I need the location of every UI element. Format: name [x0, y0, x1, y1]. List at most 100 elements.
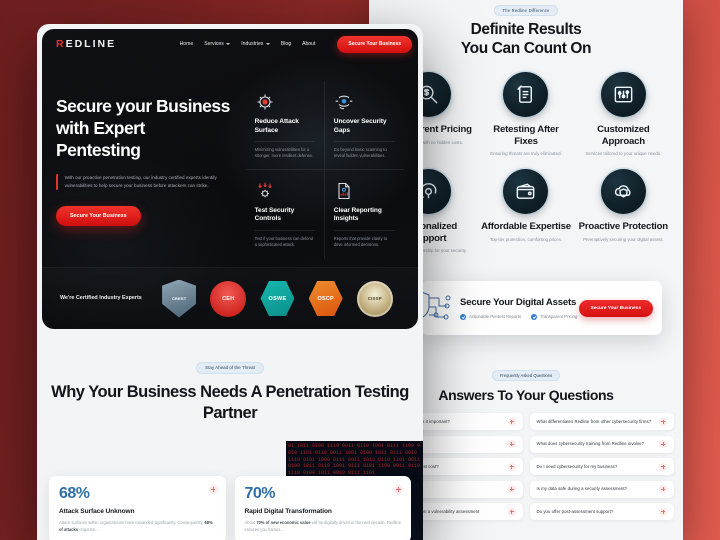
hero-card[interactable]: Uncover Security Gaps Go beyond basic sc…: [324, 81, 404, 170]
chevron-down-icon: [226, 43, 231, 45]
faq-item[interactable]: Do you offer post-assessment support?: [529, 503, 674, 520]
cta-feature-label: Actionable Pentest Reports: [469, 314, 522, 319]
stat-card[interactable]: 68% Attack Surface Unknown Attack surfac…: [49, 476, 226, 540]
hero-card[interactable]: Test Security Controls Test if your busi…: [246, 169, 325, 259]
nav-item-about[interactable]: About: [302, 41, 315, 47]
faq-item[interactable]: What differentiates Redline from other c…: [529, 413, 674, 430]
benefit-title: Proactive Protection: [578, 220, 669, 232]
hero-card-title: Test Security Controls: [254, 206, 295, 223]
target-scan-icon: [255, 92, 315, 114]
hero-card-title: Uncover Security Gaps: [333, 118, 387, 134]
benefit-title: Affordable Expertise: [481, 220, 571, 232]
divider: [254, 141, 315, 143]
stat-desc-pre: Attack surfaces within organizations hav…: [59, 520, 205, 525]
benefit-desc: Ensuring threats are truly eliminated.: [490, 151, 562, 157]
plus-icon[interactable]: [659, 417, 667, 426]
logo[interactable]: R EDLINE: [56, 38, 116, 50]
benefit-card: Affordable Expertise Top-tier protection…: [480, 168, 571, 255]
hero-card[interactable]: Clear Reporting Insights Reports that pr…: [325, 170, 404, 259]
why-badge: Stay Ahead of the Threat: [196, 361, 264, 374]
left-panel: R EDLINE Home Services Industries Blog Ab…: [37, 24, 423, 540]
plus-icon[interactable]: [659, 462, 667, 471]
plus-icon[interactable]: [208, 485, 218, 494]
faq-item[interactable]: What does cybersecurity training from Re…: [529, 435, 674, 453]
benefit-title: Customized Approach: [597, 123, 650, 147]
nav-label: Home: [179, 41, 194, 47]
stat-desc-post: originate…: [78, 526, 100, 532]
right-title-line1: Definite Results: [470, 21, 582, 38]
why-title: Why Your Business Needs A Penetration Te…: [51, 383, 409, 422]
faq-question: What does cybersecurity training from Re…: [536, 441, 645, 447]
plus-icon[interactable]: [659, 485, 667, 493]
stat-value: 70%: [244, 485, 276, 502]
logo-initial: R: [56, 38, 66, 50]
cloud-shield-icon: [600, 168, 646, 214]
nav-item-industries[interactable]: Industries: [241, 41, 270, 47]
cta-text: Secure Your Digital Assets Actionable Pe…: [460, 297, 579, 320]
hero-card-title: Reduce Attack Surface: [254, 118, 299, 134]
nav-item-services[interactable]: Services: [204, 41, 231, 47]
nav-secure-business-button[interactable]: Secure Your Business: [337, 35, 412, 53]
plus-icon[interactable]: [507, 462, 516, 471]
stats-row: 68% Attack Surface Unknown Attack surfac…: [49, 476, 411, 540]
right-section-badge: The Redline Difference: [494, 5, 558, 16]
certification-badges: CREST CEH OSWE OSCP CISSP: [155, 279, 400, 318]
plus-icon[interactable]: [507, 507, 516, 516]
cta-feature-list: Actionable Pentest Reports Transparent P…: [460, 313, 579, 320]
wallet-icon: [503, 168, 549, 214]
hero-card-desc: Reports that provide clarity to drive in…: [333, 235, 388, 248]
benefit-desc: Preemptively securing your digital asset…: [582, 236, 664, 242]
hero-card-desc: Go beyond basic scanning to reveal hidde…: [333, 147, 387, 159]
certifications-bar: We're Certified Industry Experts CREST C…: [42, 267, 418, 329]
stats-section: 68% Attack Surface Unknown Attack surfac…: [37, 476, 423, 540]
nav-label: Blog: [280, 41, 292, 47]
hero-card-title: Clear Reporting Insights: [333, 206, 382, 223]
faq-badge: Frequently Asked Questions: [491, 370, 561, 381]
plus-icon[interactable]: [507, 417, 516, 426]
hero-secure-business-button[interactable]: Secure Your Business: [56, 206, 141, 227]
benefit-card: Retesting After Fixes Ensuring threats a…: [480, 71, 571, 158]
stat-desc-bold: 70% of new economic value: [256, 520, 311, 525]
right-title-line2: You Can Count On: [460, 39, 592, 57]
faq-item[interactable]: Do I need cybersecurity for my business?: [529, 458, 674, 475]
hero-card[interactable]: Reduce Attack Surface Minimizing vulnera…: [245, 81, 325, 170]
faq-question: Do I need cybersecurity for my business?: [536, 463, 618, 469]
nav-item-blog[interactable]: Blog: [281, 41, 291, 47]
hero-paragraph: With our proactive penetration testing, …: [64, 175, 217, 189]
nav-label: Services: [204, 41, 224, 47]
hero-card-desc: Minimizing vulnerabilities for a stronge…: [254, 147, 314, 159]
plus-icon[interactable]: [659, 440, 667, 448]
hero-feature-cards: Reduce Attack Surface Minimizing vulnera…: [245, 81, 404, 259]
plus-icon[interactable]: [394, 485, 403, 494]
divider: [333, 141, 395, 143]
hero-card-desc: Test if your business can defend a sophi…: [254, 235, 314, 248]
nav-links: Home Services Industries Blog About Secu…: [180, 35, 412, 53]
chevron-down-icon: [265, 43, 270, 45]
stat-desc: About 70% of new economic value will be …: [245, 520, 402, 533]
stat-card[interactable]: 70% Rapid Digital Transformation About 7…: [234, 476, 411, 540]
cert-badge-cissp: CISSP: [356, 280, 393, 317]
hero-headline: Secure your Business with Expert Pentest…: [56, 96, 230, 161]
cta-title: Secure Your Digital Assets: [460, 296, 577, 308]
plus-icon[interactable]: [507, 485, 516, 493]
report-chart-icon: [334, 181, 395, 203]
benefit-desc: Top-tier protection, comforting prices.: [489, 236, 563, 242]
faq-column-right: What differentiates Redline from other c…: [529, 413, 674, 520]
hero-section: R EDLINE Home Services Industries Blog Ab…: [42, 29, 418, 329]
check-icon: [460, 313, 466, 320]
cta-banner: Secure Your Digital Assets Actionable Pe…: [421, 281, 662, 335]
faq-question: Is my data safe during a security assess…: [536, 486, 628, 492]
plus-icon[interactable]: [659, 507, 667, 516]
stat-desc: Attack surfaces within organizations hav…: [59, 520, 216, 533]
plus-icon[interactable]: [507, 440, 516, 448]
stat-value: 68%: [59, 485, 90, 502]
matrix-code: 01 1011 0100 1110 0011 0110 1001 0111 11…: [288, 443, 421, 476]
benefits-grid: Transparent Pricing Clear, upfront with …: [383, 71, 669, 255]
nav-label: Industries: [241, 41, 264, 47]
benefit-desc: Services tailored to your unique needs.: [585, 151, 662, 157]
hero-paragraph-wrap: With our proactive penetration testing, …: [56, 174, 234, 191]
nav-item-home[interactable]: Home: [180, 41, 194, 47]
cta-secure-business-button[interactable]: Secure Your Business: [578, 299, 653, 317]
faq-question: What differentiates Redline from other c…: [536, 418, 652, 424]
faq-item[interactable]: Is my data safe during a security assess…: [529, 480, 674, 498]
